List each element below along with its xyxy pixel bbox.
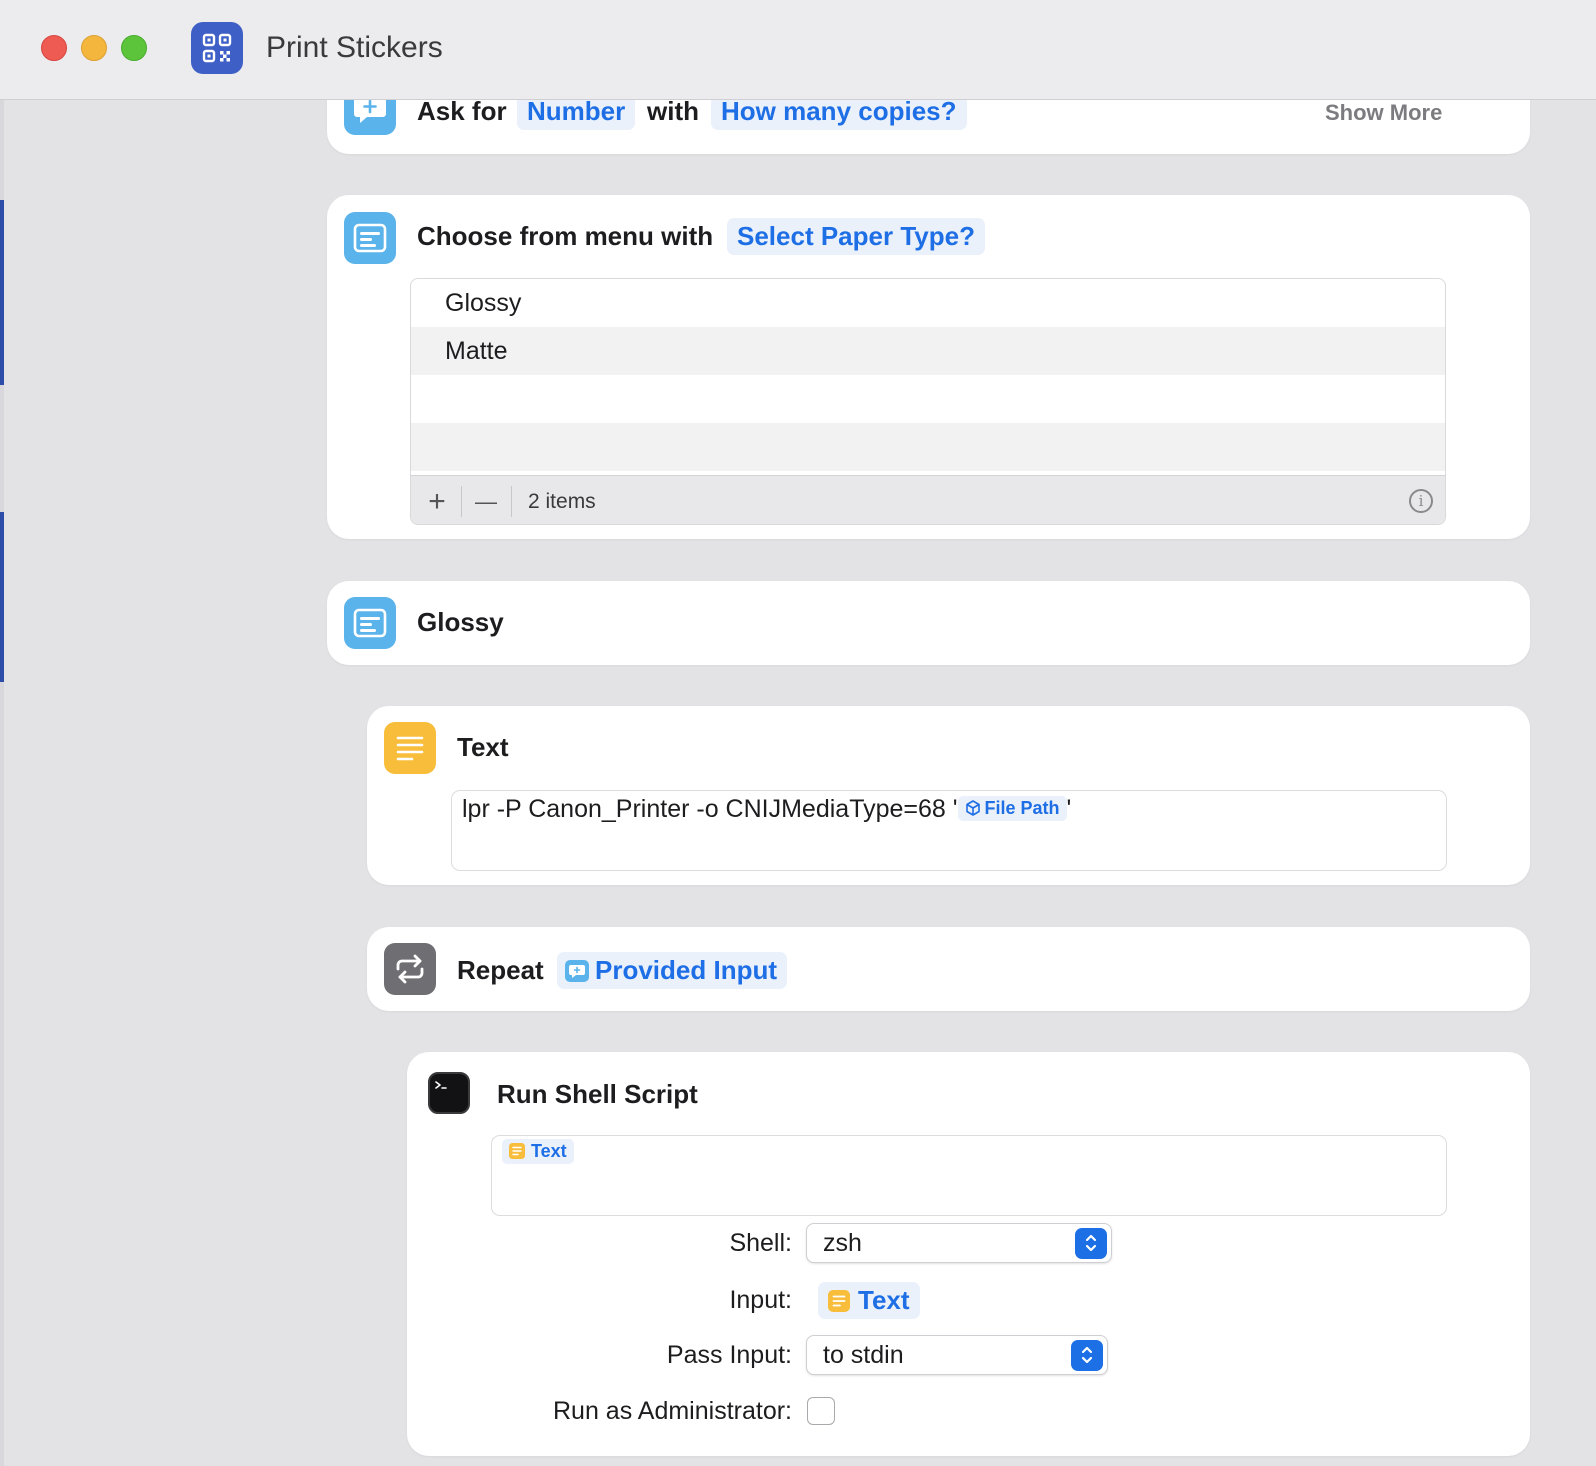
menu-prompt-token[interactable]: Select Paper Type? xyxy=(727,218,985,255)
menu-item-empty[interactable] xyxy=(411,375,1445,423)
provided-input-label: Provided Input xyxy=(595,955,777,985)
text-content-suffix: ' xyxy=(1066,795,1072,823)
file-path-variable-token[interactable]: File Path xyxy=(957,796,1067,821)
shell-value: zsh xyxy=(823,1229,862,1257)
text-lines-icon xyxy=(828,1290,850,1312)
left-edge-accent xyxy=(0,512,4,682)
variable-cube-icon xyxy=(965,800,980,816)
choose-menu-label: Choose from menu with xyxy=(417,221,714,251)
file-path-label: File Path xyxy=(984,798,1060,818)
pass-input-label: Pass Input: xyxy=(666,1341,792,1369)
list-footer: + — 2 items i xyxy=(411,475,1445,524)
terminal-icon xyxy=(428,1072,470,1114)
with-label: with xyxy=(647,96,699,126)
window-title: Print Stickers xyxy=(266,31,443,64)
info-icon[interactable]: i xyxy=(1409,489,1433,513)
menu-item-empty[interactable] xyxy=(411,423,1445,471)
text-lines-icon xyxy=(509,1143,525,1159)
case-label: Glossy xyxy=(417,607,504,637)
script-field[interactable]: Text xyxy=(491,1135,1447,1216)
chevron-updown-icon xyxy=(1071,1340,1103,1371)
ask-bubble-icon xyxy=(565,960,589,982)
menu-item[interactable]: Glossy xyxy=(411,279,1445,327)
menu-icon xyxy=(344,597,396,649)
left-edge-accent xyxy=(0,200,4,385)
run-as-admin-label: Run as Administrator: xyxy=(553,1397,792,1425)
text-action-label: Text xyxy=(457,732,509,762)
text-content-prefix: lpr -P Canon_Printer -o CNIJMediaType=68… xyxy=(462,795,958,823)
pass-input-value: to stdin xyxy=(823,1341,904,1369)
run-shell-script-label: Run Shell Script xyxy=(497,1079,698,1109)
text-lines-icon xyxy=(384,722,436,774)
add-item-button[interactable]: + xyxy=(413,476,461,524)
text-variable-label: Text xyxy=(531,1141,567,1161)
input-value: Text xyxy=(858,1285,910,1315)
minimize-window-button[interactable] xyxy=(81,35,107,61)
qrcode-icon xyxy=(191,22,243,74)
text-content: lpr -P Canon_Printer -o CNIJMediaType=68… xyxy=(462,795,1071,824)
chevron-updown-icon xyxy=(1075,1228,1107,1259)
zoom-window-button[interactable] xyxy=(121,35,147,61)
title-bar: Print Stickers xyxy=(0,0,1596,100)
repeat-icon xyxy=(384,943,436,995)
shell-popup[interactable]: zsh xyxy=(806,1223,1112,1263)
menu-case-glossy-card[interactable]: Glossy xyxy=(327,581,1530,665)
text-variable-token[interactable]: Text xyxy=(502,1139,574,1164)
input-text-token[interactable]: Text xyxy=(818,1282,920,1319)
menu-item[interactable]: Matte xyxy=(411,327,1445,375)
provided-input-token[interactable]: Provided Input xyxy=(557,952,787,989)
script-content: Text xyxy=(502,1138,574,1167)
run-as-admin-checkbox[interactable] xyxy=(807,1397,835,1425)
ask-for-label: Ask for xyxy=(417,96,507,126)
repeat-action-card[interactable]: Repeat Provided Input xyxy=(367,927,1530,1011)
menu-items-list: Glossy Matte + — 2 items i xyxy=(410,278,1446,525)
input-label: Input: xyxy=(729,1286,792,1314)
remove-item-button[interactable]: — xyxy=(462,476,510,524)
text-content-field[interactable]: lpr -P Canon_Printer -o CNIJMediaType=68… xyxy=(451,790,1447,871)
show-more-button[interactable]: Show More xyxy=(1325,100,1442,126)
pass-input-popup[interactable]: to stdin xyxy=(806,1335,1108,1375)
menu-icon xyxy=(344,212,396,264)
item-count: 2 items xyxy=(528,490,596,513)
shell-label: Shell: xyxy=(729,1229,792,1257)
repeat-label: Repeat xyxy=(457,955,544,985)
close-window-button[interactable] xyxy=(41,35,67,61)
divider xyxy=(511,486,512,517)
